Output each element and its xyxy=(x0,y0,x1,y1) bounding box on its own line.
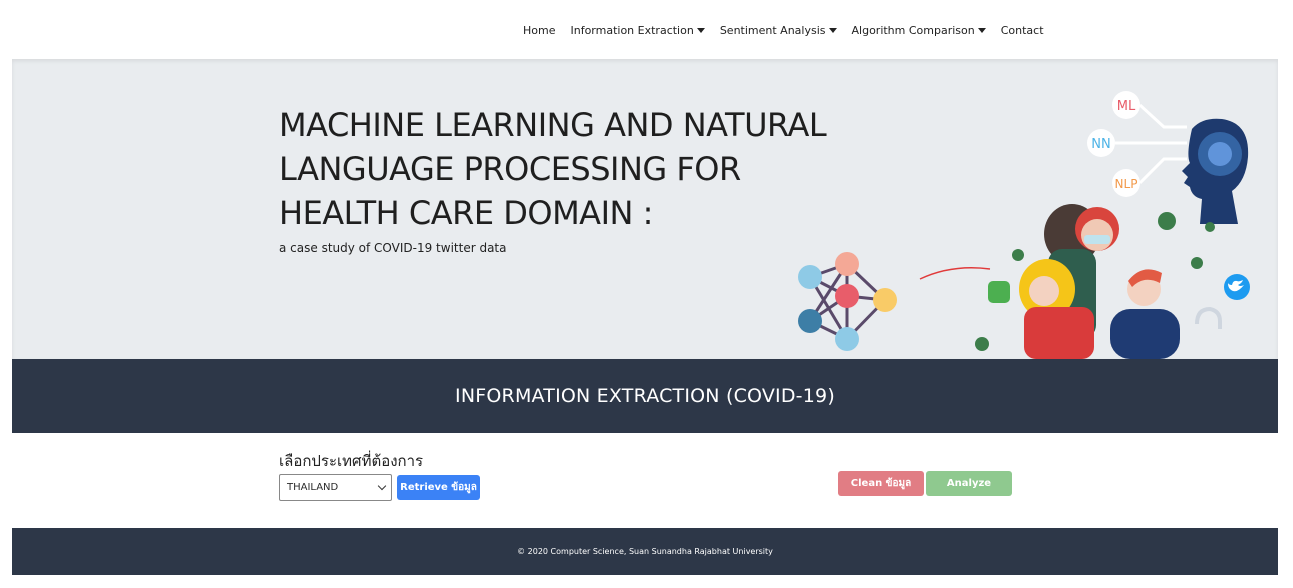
nav-item-contact[interactable]: Contact xyxy=(1001,24,1044,37)
caret-down-icon xyxy=(696,28,705,33)
nav-item-information-extraction[interactable]: Information Extraction xyxy=(570,24,705,37)
caret-down-icon xyxy=(828,28,837,33)
ai-head-icon xyxy=(1182,118,1249,224)
country-select-value: THAILAND xyxy=(287,482,339,493)
people-illustration xyxy=(988,204,1222,359)
top-navbar: Home Information Extraction Sentiment An… xyxy=(0,0,1293,62)
nav-links: Home Information Extraction Sentiment An… xyxy=(523,24,1059,37)
hero-banner: MACHINE LEARNING AND NATURAL LANGUAGE PR… xyxy=(12,59,1278,359)
ai-labels: ML NN NLP xyxy=(1087,91,1187,197)
footer: © 2020 Computer Science, Suan Sunandha R… xyxy=(12,528,1278,575)
nav-item-label: Sentiment Analysis xyxy=(719,24,826,37)
clean-button[interactable]: Clean ข้อมูล xyxy=(838,471,924,496)
nav-item-algorithm-comparison[interactable]: Algorithm Comparison xyxy=(852,24,986,37)
molecule-network-icon xyxy=(798,252,897,351)
nav-item-label: Algorithm Comparison xyxy=(851,24,975,37)
section-header: INFORMATION EXTRACTION (COVID-19) xyxy=(12,359,1278,433)
nav-item-home[interactable]: Home xyxy=(523,24,555,37)
caret-down-icon xyxy=(977,28,986,33)
chevron-down-icon xyxy=(377,481,387,491)
twitter-icon xyxy=(1224,274,1250,300)
hero-subtitle: a case study of COVID-19 twitter data xyxy=(279,241,507,255)
nav-item-label: Information Extraction xyxy=(570,24,694,37)
hero-illustration: ML NN NLP xyxy=(798,91,1250,359)
nav-item-sentiment-analysis[interactable]: Sentiment Analysis xyxy=(720,24,837,37)
retrieve-button[interactable]: Retrieve ข้อมูล xyxy=(397,475,480,500)
nav-item-label: Home xyxy=(523,24,556,37)
svg-text:NLP: NLP xyxy=(1115,177,1138,191)
country-select[interactable]: THAILAND xyxy=(279,474,392,501)
analyze-button[interactable]: Analyze xyxy=(926,471,1012,496)
footer-copyright: © 2020 Computer Science, Suan Sunandha R… xyxy=(517,547,773,556)
nav-item-label: Contact xyxy=(1000,24,1044,37)
svg-text:ML: ML xyxy=(1117,99,1136,114)
country-select-label: เลือกประเทศที่ต้องการ xyxy=(279,452,424,470)
section-title: INFORMATION EXTRACTION (COVID-19) xyxy=(455,385,835,407)
svg-text:NN: NN xyxy=(1091,137,1110,152)
